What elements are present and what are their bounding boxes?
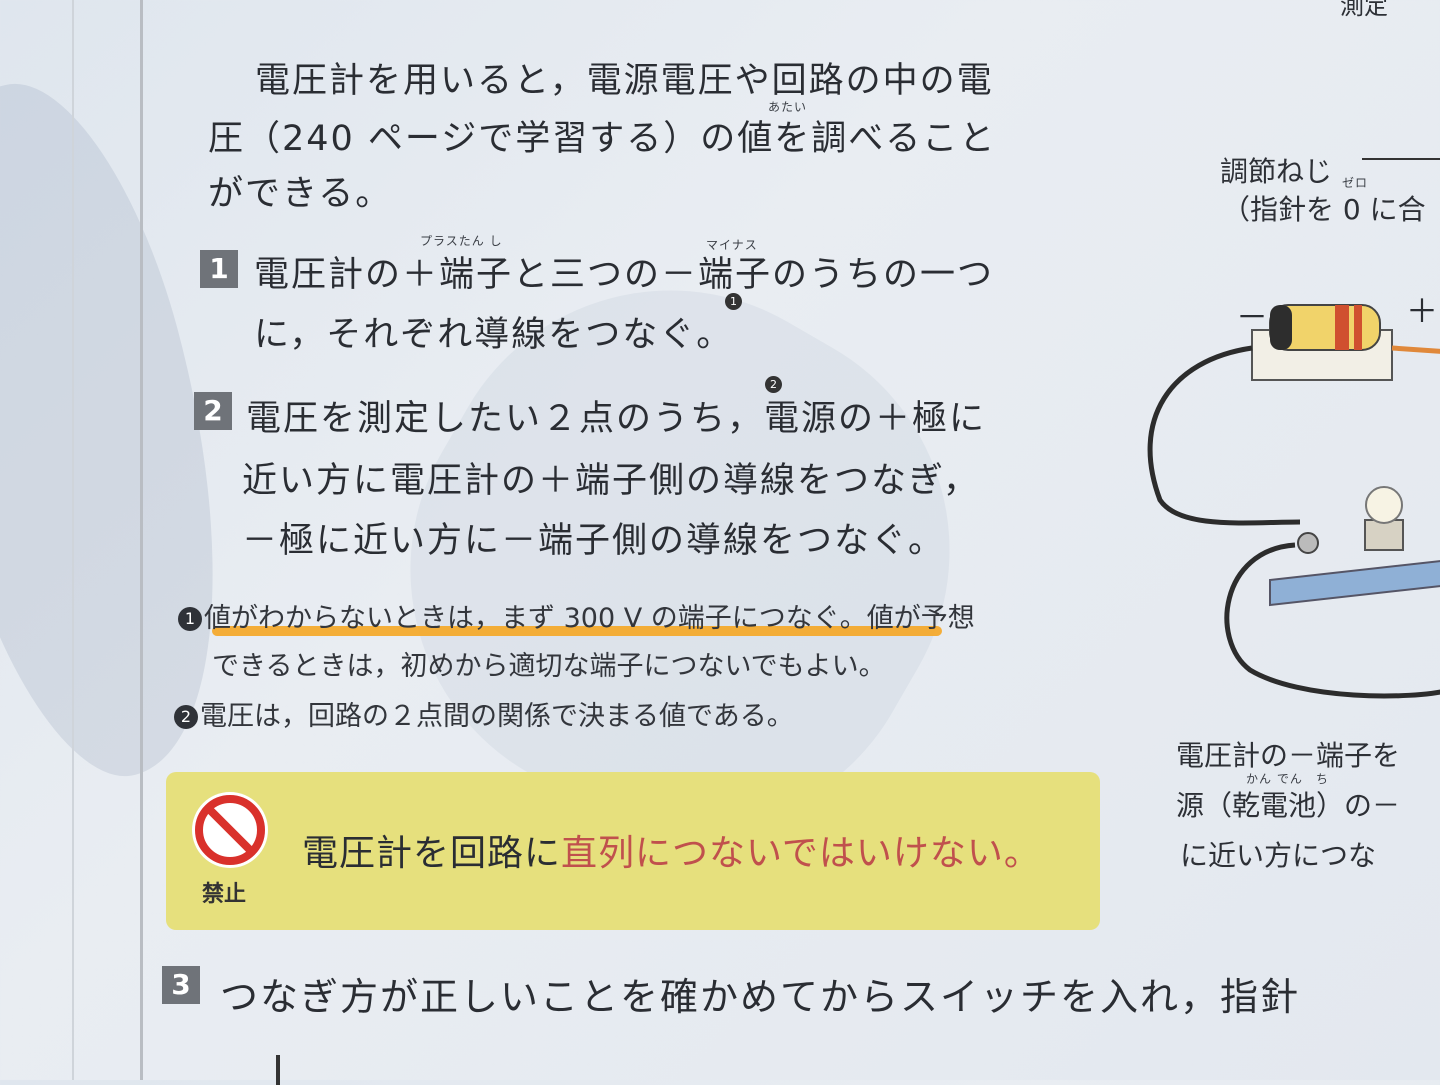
warning-box: 禁止 電圧計を回路に直列につないではいけない。: [166, 772, 1100, 930]
caption-line-3: に近い方につな: [1180, 839, 1377, 872]
note-1-line-1: 1 値がわからないときは，まず 300 V の端子につなぐ。値が予想: [178, 596, 975, 635]
step-number-1: 1: [200, 250, 238, 288]
warning-text-highlight: 直列につないではいけない。: [561, 833, 1041, 874]
step-2-line-1: 電圧を測定したい２点のうち，電源の＋極に: [246, 399, 987, 439]
intro-line-1: 電圧計を用いると，電源電圧や回路の中の電: [255, 61, 994, 101]
step-2-line-2: 近い方に電圧計の＋端子側の導線をつなぎ，: [242, 461, 980, 501]
note-number-2: 2: [174, 705, 198, 729]
caption-line-2: 源（乾電池）の－: [1176, 789, 1401, 822]
step-1-line-2: に，それぞれ導線をつなぐ。: [254, 315, 734, 355]
note-2-text: 電圧は，回路の２点間の関係で決まる値である。: [200, 701, 794, 732]
intro-line-3: ができる。: [208, 174, 393, 214]
caption-line-1: 電圧計の－端子を: [1176, 739, 1401, 772]
battery-minus-sign: －: [1236, 298, 1269, 336]
leader-line: [1362, 158, 1440, 160]
step-number-3: 3: [162, 966, 200, 1004]
page-margin-line: [140, 0, 143, 1080]
note-1-text: 値がわからないときは，まず 300 V の端子につなぐ。値が予想: [204, 603, 975, 634]
battery-plus-sign: ＋: [1406, 292, 1439, 330]
step-2-line-3: －極に近い方に－端子側の導線をつなぐ。: [242, 521, 946, 561]
adjust-screw-label: 調節ねじ: [1220, 155, 1333, 188]
step-1-line-1: 電圧計の＋端子と三つの－端子のうちの一つ: [254, 255, 995, 295]
warning-text-plain: 電圧計を回路に: [302, 833, 562, 874]
page-margin-line: [72, 0, 74, 1080]
adjust-screw-note: （指針を 0 に合: [1222, 193, 1426, 226]
intro-line-2: 圧（240 ページで学習する）の値を調べること: [208, 119, 997, 159]
note-number-1: 1: [178, 607, 202, 631]
circuit-illustration: [1147, 304, 1440, 699]
note-2-line-1: 2 電圧は，回路の２点間の関係で決まる値である。: [174, 694, 794, 733]
stroke-mark: [276, 1055, 280, 1085]
step-number-2: 2: [194, 392, 232, 430]
step-3-line-1: つなぎ方が正しいことを確かめてからスイッチを入れ，指針: [220, 975, 1301, 1019]
warning-label: 禁止: [202, 882, 247, 907]
warning-text: 電圧計を回路に直列につないではいけない。: [302, 824, 1041, 876]
sidebar-top-fragment: 測定: [1340, 0, 1388, 20]
prohibit-icon: [192, 792, 268, 868]
note-1-line-2: できるときは，初めから適切な端子につないでもよい。: [212, 651, 886, 682]
